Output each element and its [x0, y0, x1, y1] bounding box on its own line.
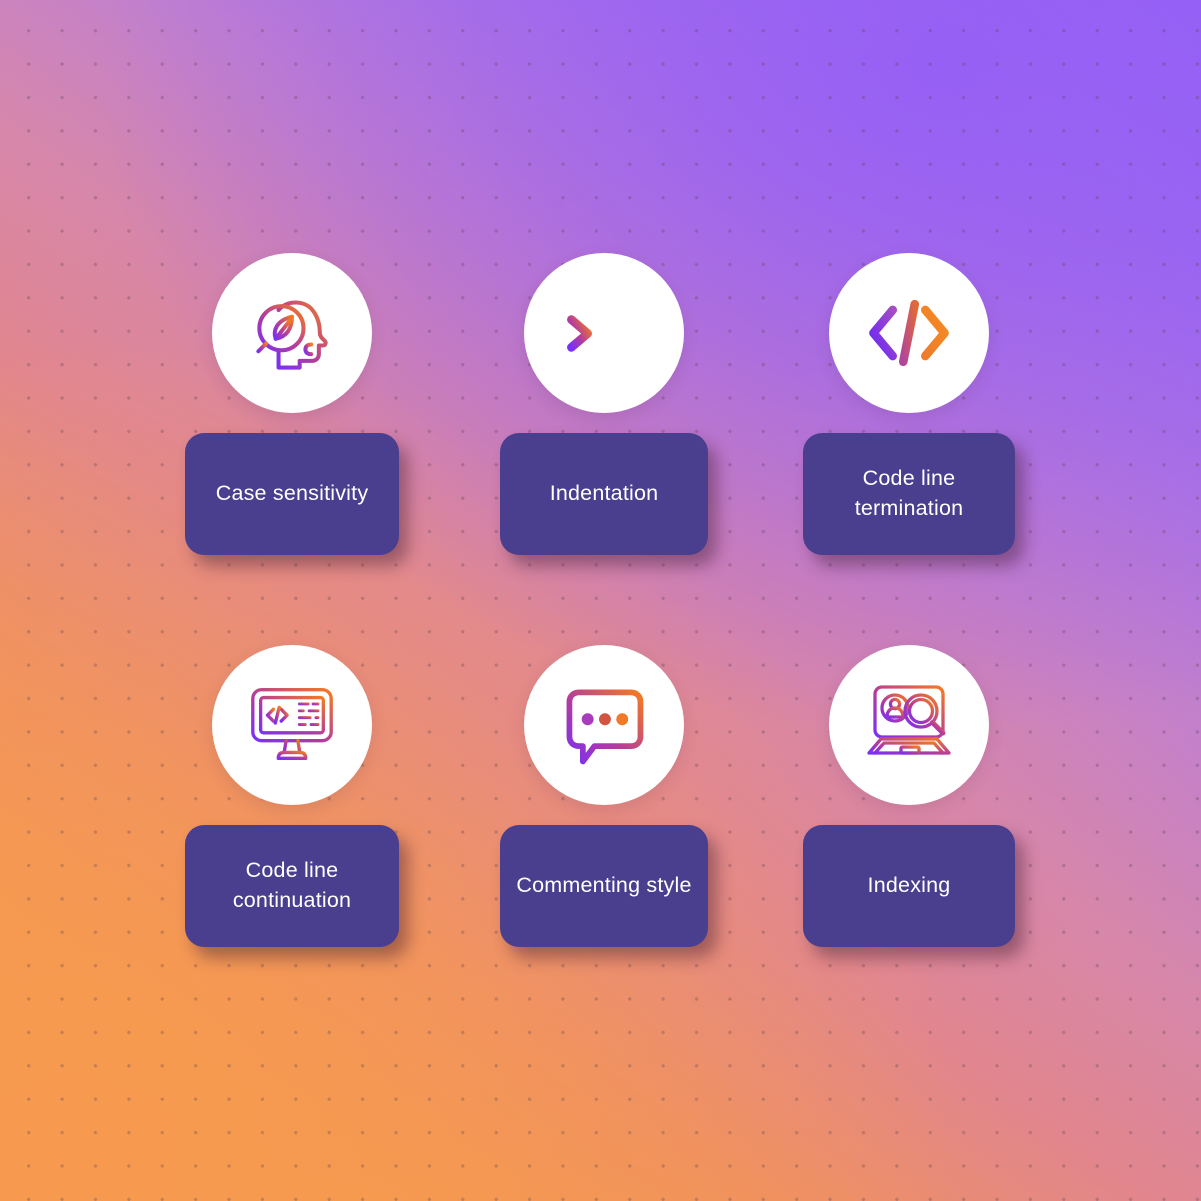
infographic-canvas: Case sensitivity Indentation Code line t…: [0, 0, 1201, 1201]
feature-label: Case sensitivity: [215, 481, 369, 506]
feature-item-code-line-continuation[interactable]: Code line continuation: [112, 645, 472, 947]
feature-label: Commenting style: [516, 873, 692, 898]
feature-label-card[interactable]: Code line continuation: [185, 825, 399, 947]
code-brackets-icon: [861, 285, 957, 381]
feature-item-case-sensitivity[interactable]: Case sensitivity: [112, 253, 472, 555]
feature-label: Code line continuation: [232, 858, 352, 912]
indent-arrow-lines-icon: [556, 285, 652, 381]
feature-label-card[interactable]: Code line termination: [803, 433, 1015, 555]
icon-badge: [524, 645, 684, 805]
icon-badge: [829, 253, 989, 413]
icon-badge: [212, 253, 372, 413]
icon-badge: [212, 645, 372, 805]
laptop-search-profile-icon: [859, 675, 959, 775]
feature-label-card[interactable]: Commenting style: [500, 825, 708, 947]
icon-badge: [524, 253, 684, 413]
head-leaf-magnifier-icon: [244, 285, 340, 381]
feature-label-card[interactable]: Indentation: [500, 433, 708, 555]
feature-label-card[interactable]: Indexing: [803, 825, 1015, 947]
speech-bubble-dots-icon: [556, 677, 652, 773]
feature-label: Indexing: [867, 873, 951, 898]
icon-badge: [829, 645, 989, 805]
monitor-code-icon: [243, 676, 341, 774]
feature-label: Code line termination: [854, 466, 964, 520]
feature-grid: Case sensitivity Indentation Code line t…: [0, 0, 1201, 1201]
feature-item-code-line-termination[interactable]: Code line termination: [729, 253, 1089, 555]
feature-item-indexing[interactable]: Indexing: [729, 645, 1089, 947]
feature-label-card[interactable]: Case sensitivity: [185, 433, 399, 555]
feature-label: Indentation: [549, 481, 659, 506]
